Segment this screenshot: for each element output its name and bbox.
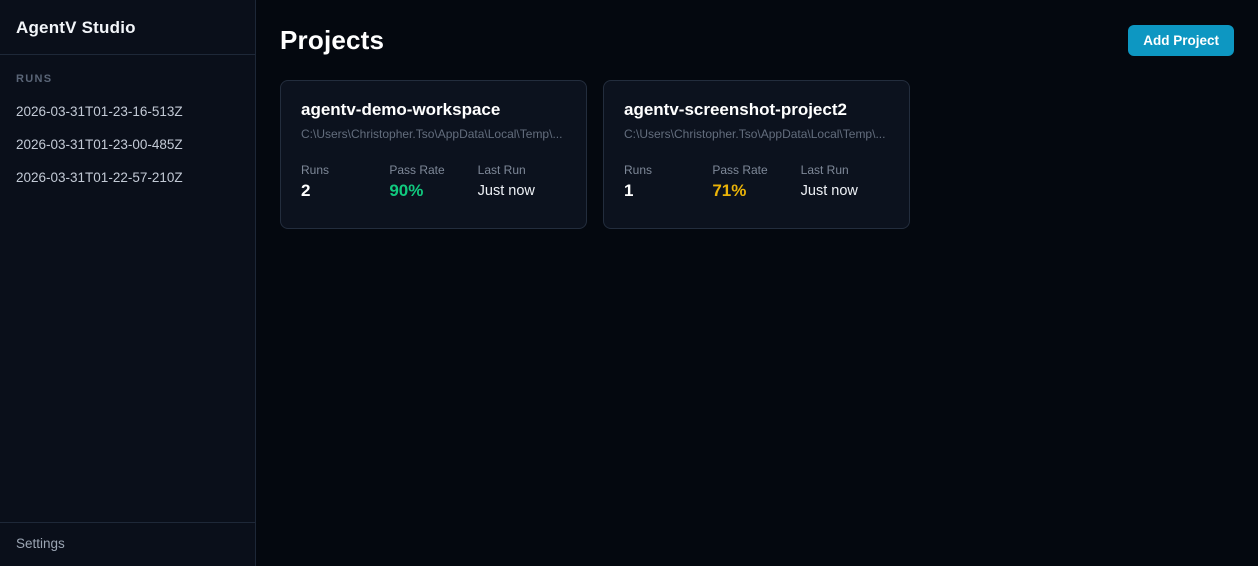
stat-label: Runs xyxy=(301,163,330,177)
add-project-button[interactable]: Add Project xyxy=(1128,24,1234,56)
stat-label: Pass Rate xyxy=(712,163,768,177)
stat-value: 71% xyxy=(712,181,747,200)
app-window: AgentV Studio RUNS 2026-03-31T01-23-16-5… xyxy=(0,0,1258,566)
project-card[interactable]: agentv-demo-workspace C:\Users\Christoph… xyxy=(280,80,587,229)
stat-last-run: Last Run Just now xyxy=(801,163,889,201)
settings-link[interactable]: Settings xyxy=(16,536,239,551)
run-item[interactable]: 2026-03-31T01-23-00-485Z xyxy=(0,128,255,161)
stat-last-run: Last Run Just now xyxy=(478,163,566,201)
stat-runs: Runs 1 xyxy=(624,163,712,201)
project-card[interactable]: agentv-screenshot-project2 C:\Users\Chri… xyxy=(603,80,910,229)
project-stats: Runs 1 Pass Rate 71% Last Run Just now xyxy=(624,163,889,201)
stat-runs: Runs 2 xyxy=(301,163,389,201)
stat-pass-rate: Pass Rate 90% xyxy=(389,163,477,201)
sidebar: AgentV Studio RUNS 2026-03-31T01-23-16-5… xyxy=(0,0,256,566)
app-title: AgentV Studio xyxy=(16,18,136,37)
run-item[interactable]: 2026-03-31T01-22-57-210Z xyxy=(0,161,255,194)
project-card-title: agentv-screenshot-project2 xyxy=(624,100,847,119)
stat-value: 1 xyxy=(624,181,634,200)
project-card-path: C:\Users\Christopher.Tso\AppData\Local\T… xyxy=(624,127,886,141)
run-item[interactable]: 2026-03-31T01-23-16-513Z xyxy=(0,95,255,128)
page-title: Projects xyxy=(280,24,385,55)
stat-label: Last Run xyxy=(477,163,526,177)
stat-label: Runs xyxy=(624,163,653,177)
project-card-path: C:\Users\Christopher.Tso\AppData\Local\T… xyxy=(301,127,563,141)
projects-grid: agentv-demo-workspace C:\Users\Christoph… xyxy=(280,80,1234,229)
project-stats: Runs 2 Pass Rate 90% Last Run Just now xyxy=(301,163,566,201)
sidebar-header: AgentV Studio xyxy=(0,0,255,55)
stat-value: Just now xyxy=(477,183,535,199)
stat-label: Last Run xyxy=(800,163,849,177)
runs-section-label: RUNS xyxy=(16,73,53,85)
project-card-title: agentv-demo-workspace xyxy=(301,100,501,119)
stat-value: Just now xyxy=(800,183,858,199)
stat-pass-rate: Pass Rate 71% xyxy=(712,163,800,201)
main-content: Projects Add Project agentv-demo-workspa… xyxy=(256,0,1258,566)
main-header: Projects Add Project xyxy=(280,22,1234,58)
sidebar-footer: Settings xyxy=(0,522,255,566)
stat-value: 90% xyxy=(389,181,424,200)
stat-label: Pass Rate xyxy=(389,163,445,177)
runs-section: RUNS 2026-03-31T01-23-16-513Z 2026-03-31… xyxy=(0,55,255,194)
stat-value: 2 xyxy=(301,181,311,200)
